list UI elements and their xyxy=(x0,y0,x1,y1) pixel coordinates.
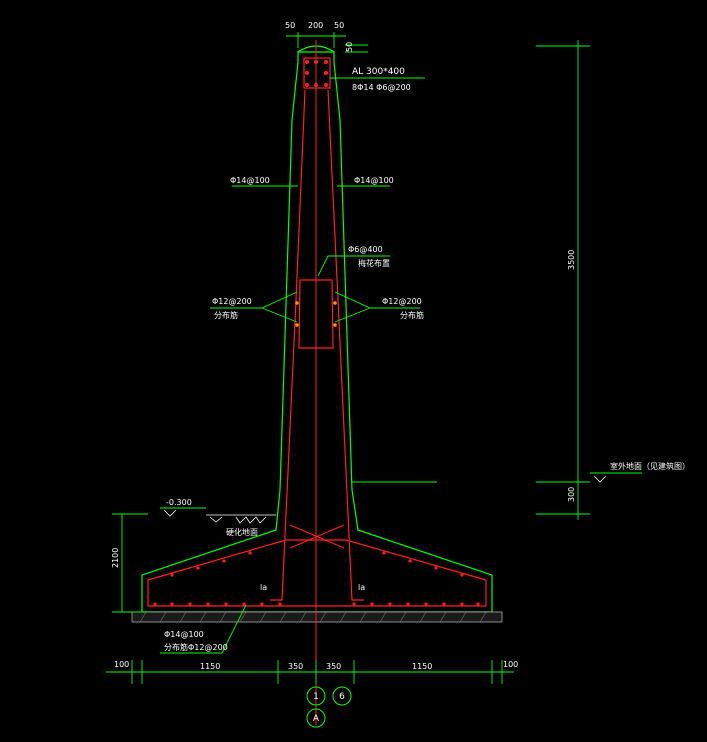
ground-symbols xyxy=(163,475,607,524)
dist-bar-left-note: 分布筋 xyxy=(214,310,238,320)
la-right: la xyxy=(358,583,365,592)
dim-top-left: 50 xyxy=(285,21,295,30)
right-ground-label: 室外地面（见建筑图） xyxy=(610,461,690,471)
concrete-outline xyxy=(141,45,493,613)
cap-beam-size: AL 300*400 xyxy=(352,67,405,77)
dim-bottom-5: 100 xyxy=(503,660,518,669)
elevation-level: -0.300 xyxy=(166,498,192,507)
axis-label-6: 6 xyxy=(339,692,345,702)
dim-bottom-3: 350 xyxy=(326,662,341,671)
dist-bar-right-spec: Φ12@200 xyxy=(382,297,422,306)
footing-bottom-bar xyxy=(147,580,487,607)
dim-footing-height: 2100 xyxy=(111,548,120,568)
dim-top-right: 50 xyxy=(334,21,344,30)
la-left: la xyxy=(260,583,267,592)
dim-stem-height: 3500 xyxy=(567,250,576,270)
footing-top-bar xyxy=(147,539,487,581)
axis-label-a: A xyxy=(313,714,320,724)
foundation-bed xyxy=(131,611,503,623)
stem-bar-left: Φ14@100 xyxy=(230,176,270,185)
footing-main-bar: Φ14@100 xyxy=(164,630,204,639)
dim-bottom-4: 1150 xyxy=(412,662,432,671)
dist-bar-left-spec: Φ12@200 xyxy=(212,297,252,306)
dim-cover: 50 xyxy=(345,42,354,52)
tie-bar-note: 梅花布置 xyxy=(358,258,390,268)
dist-bar-right-note: 分布筋 xyxy=(400,310,424,320)
stem-bar-right: Φ14@100 xyxy=(354,176,394,185)
dim-below-ground: 300 xyxy=(567,487,576,502)
dim-top-mid: 200 xyxy=(308,21,323,30)
retaining-wall-section-drawing: 50 200 50 50 AL 300*400 8Φ14 Φ6@200 Φ14@… xyxy=(106,21,690,728)
axis-label-1: 1 xyxy=(313,692,319,702)
dim-bottom-0: 100 xyxy=(114,660,129,669)
tie-bar-spec: Φ6@400 xyxy=(348,245,383,254)
ground-label: 硬化地面 xyxy=(226,527,258,537)
dim-bottom-2: 350 xyxy=(288,662,303,671)
footing-dist-bar: 分布筋Φ12@200 xyxy=(164,642,228,652)
wall-and-footing-outline xyxy=(141,51,493,613)
dim-bottom-1: 1150 xyxy=(200,662,220,671)
left-stem-bar xyxy=(270,89,306,601)
cap-beam-bars: 8Φ14 Φ6@200 xyxy=(352,83,411,92)
leader-lines xyxy=(106,32,642,684)
